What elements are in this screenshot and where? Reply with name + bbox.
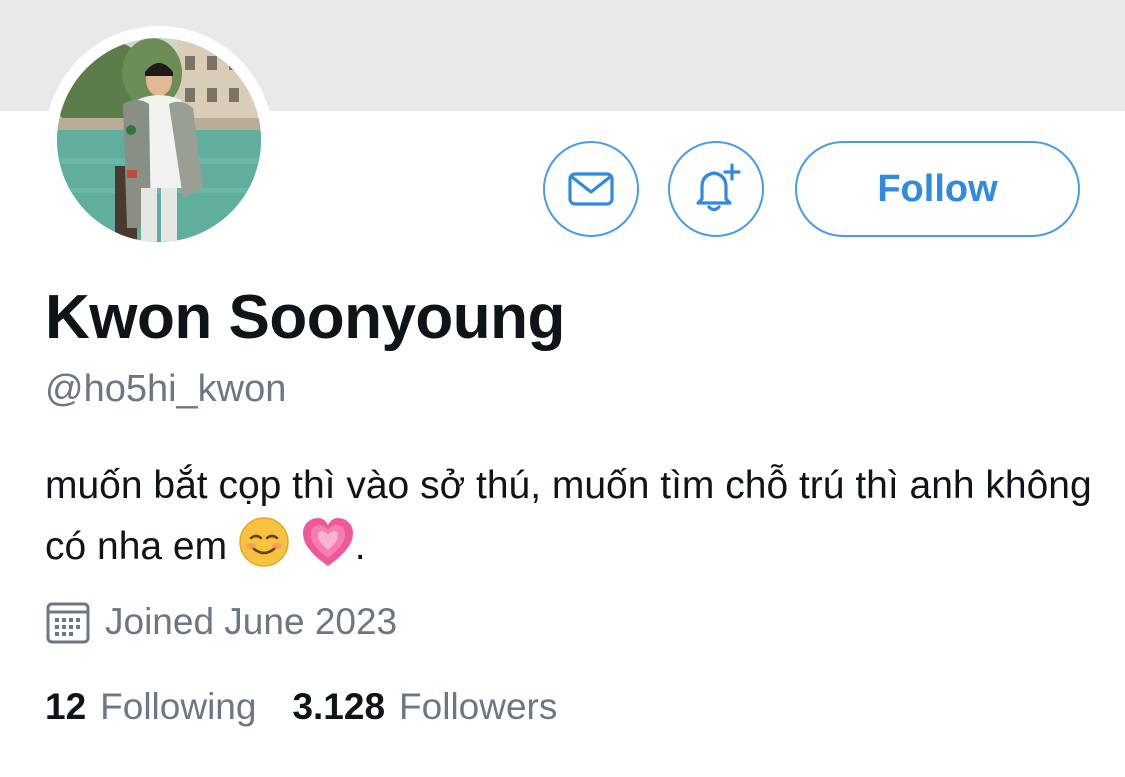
bio-text: muốn bắt cọp thì vào sở thú, muốn tìm ch…: [45, 464, 1092, 568]
message-button[interactable]: [543, 141, 639, 237]
follow-button[interactable]: Follow: [795, 141, 1080, 237]
followers-label: Followers: [399, 686, 558, 727]
bell-plus-icon: [696, 163, 741, 212]
followers-count: 3.128: [292, 686, 386, 727]
joined-date: Joined June 2023: [105, 601, 398, 642]
following-link[interactable]: 12 Following: [45, 686, 256, 728]
followers-link[interactable]: 3.128 Followers: [292, 686, 557, 728]
calendar-icon: [46, 602, 90, 644]
notify-button[interactable]: [668, 141, 764, 237]
smiling-face-emoji: [238, 516, 290, 586]
bio: muốn bắt cọp thì vào sở thú, muốn tìm ch…: [45, 456, 1095, 586]
envelope-icon: [568, 172, 614, 206]
following-label: Following: [100, 686, 257, 727]
growing-heart-emoji: [301, 516, 355, 586]
following-count: 12: [45, 686, 87, 727]
bio-trailing: .: [354, 525, 366, 568]
profile-stats: 12 Following 3.128 Followers: [45, 686, 557, 728]
joined-row: Joined June 2023: [45, 598, 397, 646]
profile-page: Follow Kwon Soonyoung @ho5hi_kwon muốn b…: [0, 0, 1125, 777]
avatar[interactable]: [57, 38, 261, 242]
user-handle[interactable]: @ho5hi_kwon: [45, 368, 286, 411]
display-name: Kwon Soonyoung: [45, 283, 565, 352]
